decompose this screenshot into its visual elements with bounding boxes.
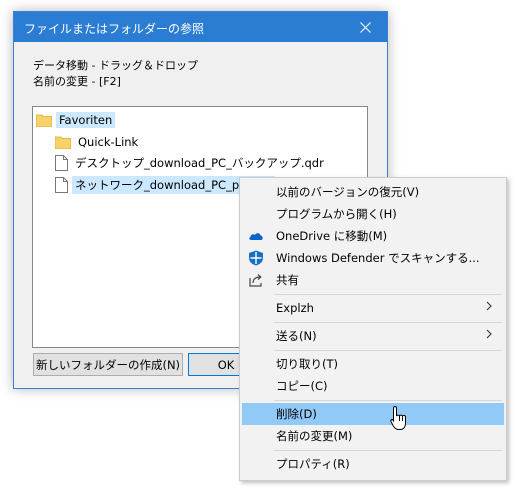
tree-node-label: Favoriten (56, 112, 116, 128)
menu-item-cut[interactable]: 切り取り(T) (242, 353, 504, 375)
menu-item-label: 切り取り(T) (276, 357, 338, 371)
menu-item-explzh[interactable]: Explzh (242, 297, 504, 319)
folder-icon (55, 136, 71, 149)
onedrive-icon (249, 233, 263, 240)
close-icon (359, 21, 371, 33)
menu-item-delete[interactable]: 削除(D) (242, 403, 504, 425)
tree-node-quick-link[interactable]: Quick-Link (55, 133, 141, 151)
menu-item-rename[interactable]: 名前の変更(M) (242, 425, 504, 447)
menu-separator (274, 450, 502, 451)
menu-item-properties[interactable]: プロパティ(R) (242, 453, 504, 475)
tree-node-label: デスクトップ_download_PC_バックアップ.qdr (75, 156, 324, 170)
close-button[interactable] (343, 12, 387, 42)
menu-item-defender-scan[interactable]: Windows Defender でスキャンする... (242, 247, 504, 269)
chevron-right-icon (486, 329, 492, 339)
menu-item-share[interactable]: 共有 (242, 269, 504, 291)
menu-item-send-to[interactable]: 送る(N) (242, 325, 504, 347)
menu-item-open-with[interactable]: プログラムから開く(H) (242, 203, 504, 225)
menu-item-move-to-onedrive[interactable]: OneDrive に移動(M) (242, 225, 504, 247)
dialog-title: ファイルまたはフォルダーの参照 (24, 22, 205, 36)
menu-separator (274, 350, 502, 351)
menu-item-label: 削除(D) (276, 407, 317, 421)
tree-node-label: Quick-Link (78, 135, 139, 149)
menu-item-label: 名前の変更(M) (276, 429, 353, 443)
menu-separator (274, 400, 502, 401)
folder-icon (36, 114, 52, 127)
menu-item-label: プロパティ(R) (276, 457, 350, 471)
menu-item-copy[interactable]: コピー(C) (242, 375, 504, 397)
menu-separator (274, 322, 502, 323)
context-menu: 以前のバージョンの復元(V) プログラムから開く(H) OneDrive に移動… (239, 177, 507, 481)
hand-cursor-icon (390, 405, 406, 430)
tree-node-desktop-file[interactable]: デスクトップ_download_PC_バックアップ.qdr (55, 154, 327, 172)
menu-item-label: 送る(N) (276, 329, 317, 343)
menu-item-label: Explzh (276, 301, 314, 315)
menu-item-label: OneDrive に移動(M) (276, 229, 388, 243)
dialog-titlebar[interactable]: ファイルまたはフォルダーの参照 (14, 12, 387, 42)
menu-item-restore-previous-versions[interactable]: 以前のバージョンの復元(V) (242, 181, 504, 203)
chevron-right-icon (486, 301, 492, 311)
windows-defender-icon (249, 250, 263, 266)
menu-separator (274, 294, 502, 295)
description-line-1: データ移動 - ドラッグ＆ドロップ (33, 59, 198, 72)
description-line-2: 名前の変更 - [F2] (33, 75, 121, 88)
new-folder-button[interactable]: 新しいフォルダーの作成(N) (33, 353, 183, 376)
menu-item-label: プログラムから開く(H) (276, 207, 397, 221)
file-icon (55, 177, 68, 193)
file-icon (55, 155, 68, 171)
tree-node-root[interactable]: Favoriten (36, 111, 116, 129)
share-icon (249, 274, 262, 287)
menu-item-label: Windows Defender でスキャンする... (276, 251, 480, 265)
menu-item-label: コピー(C) (276, 379, 328, 393)
menu-item-label: 共有 (276, 273, 299, 287)
menu-item-label: 以前のバージョンの復元(V) (276, 185, 420, 199)
